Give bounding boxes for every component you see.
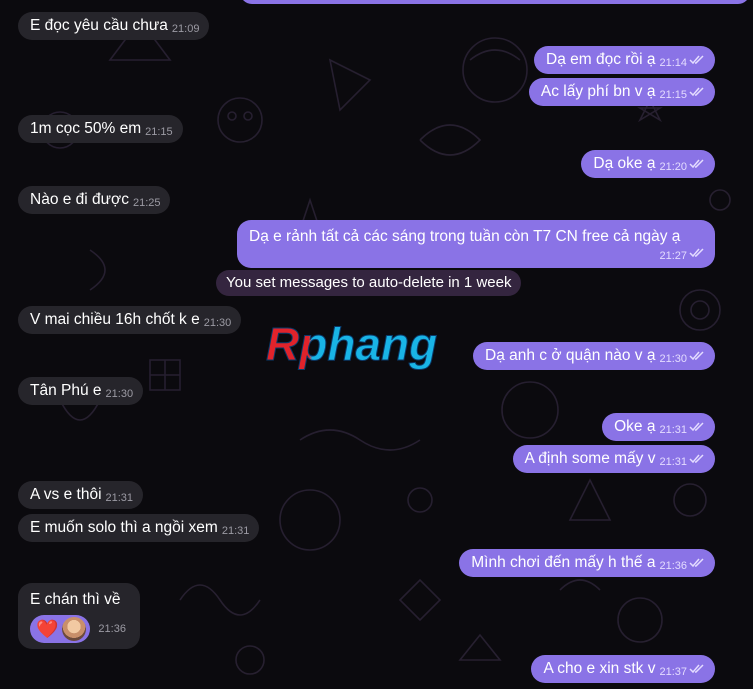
outgoing-message[interactable]: Mình chơi đến mấy h thế a 21:36 <box>459 549 715 577</box>
incoming-message[interactable]: V mai chiều 16h chốt k e 21:30 <box>18 306 242 334</box>
message-text: E chán thì về <box>30 591 121 608</box>
message-text: Tân Phú e <box>30 382 102 399</box>
message-time: 21:31 <box>105 492 134 504</box>
service-text: You set messages to auto-delete in 1 wee… <box>226 274 512 291</box>
read-ticks-icon <box>689 558 705 568</box>
outgoing-message[interactable]: A cho e xin stk v 21:37 <box>531 655 715 683</box>
message-time: 21:25 <box>132 197 161 209</box>
outgoing-message[interactable]: Dạ oke ạ 21:20 <box>581 150 715 178</box>
message-time: 21:20 <box>659 161 687 173</box>
read-ticks-icon <box>689 422 705 432</box>
incoming-message-with-reaction[interactable]: E chán thì về ❤️ 21:36 <box>18 583 140 649</box>
read-ticks-icon <box>689 248 705 258</box>
incoming-message[interactable]: 1m cọc 50% em 21:15 <box>18 115 183 143</box>
read-ticks-icon <box>689 55 705 65</box>
partial-outgoing-bubble <box>240 0 750 4</box>
read-ticks-icon <box>689 159 705 169</box>
incoming-message[interactable]: Nào e đi được 21:25 <box>18 186 171 214</box>
message-text: A định some mấy v <box>524 450 656 467</box>
message-text: Dạ em đọc rồi ạ <box>546 51 656 68</box>
outgoing-message[interactable]: Oke ạ 21:31 <box>602 413 715 441</box>
message-time: 21:36 <box>659 560 687 572</box>
message-text: E muốn solo thì a ngồi xem <box>30 519 218 536</box>
message-time: 21:15 <box>659 89 687 101</box>
message-text: A vs e thôi <box>30 486 102 503</box>
message-time: 21:09 <box>171 23 200 35</box>
message-time: 21:31 <box>221 525 250 537</box>
read-ticks-icon <box>689 351 705 361</box>
outgoing-message[interactable]: Dạ e rảnh tất cả các sáng trong tuần còn… <box>237 220 715 268</box>
read-ticks-icon <box>689 87 705 97</box>
message-text: A cho e xin stk v <box>543 660 656 677</box>
incoming-message[interactable]: A vs e thôi 21:31 <box>18 481 144 509</box>
service-message: You set messages to auto-delete in 1 wee… <box>216 270 522 296</box>
read-ticks-icon <box>689 454 705 464</box>
message-time: 21:15 <box>145 126 173 138</box>
message-time: 21:30 <box>659 353 687 365</box>
outgoing-message[interactable]: Dạ anh c ở quận nào v ạ 21:30 <box>473 342 715 370</box>
outgoing-message[interactable]: A định some mấy v 21:31 <box>512 445 715 473</box>
reaction-pill[interactable]: ❤️ <box>30 615 91 643</box>
message-text: Ac lấy phí bn v ạ <box>540 83 656 100</box>
incoming-message[interactable]: E muốn solo thì a ngồi xem 21:31 <box>18 514 260 542</box>
message-text: 1m cọc 50% em <box>30 120 142 137</box>
message-time: 21:30 <box>105 388 134 400</box>
rphang-watermark-logo: Rphang <box>266 318 438 371</box>
read-ticks-icon <box>689 664 705 674</box>
message-text: Nào e đi được <box>30 191 129 208</box>
message-time: 21:30 <box>203 317 232 329</box>
message-text: E đọc yêu cầu chưa <box>30 17 168 34</box>
message-time: 21:27 <box>659 250 687 262</box>
message-time: 21:36 <box>98 623 126 635</box>
message-text: Oke ạ <box>614 418 656 435</box>
message-text: Dạ e rảnh tất cả các sáng trong tuần còn… <box>249 228 681 245</box>
outgoing-message[interactable]: Ac lấy phí bn v ạ 21:15 <box>528 78 715 106</box>
message-text: Dạ anh c ở quận nào v ạ <box>485 347 656 364</box>
message-time: 21:37 <box>659 666 687 678</box>
incoming-message[interactable]: Tân Phú e 21:30 <box>18 377 144 405</box>
watermark-text: Rphang <box>266 318 437 370</box>
heart-reaction-icon: ❤️ <box>36 619 59 639</box>
message-text: Mình chơi đến mấy h thế a <box>471 554 656 571</box>
message-time: 21:14 <box>659 57 687 69</box>
message-text: Dạ oke ạ <box>593 155 656 172</box>
outgoing-message[interactable]: Dạ em đọc rồi ạ 21:14 <box>534 46 715 74</box>
message-time: 21:31 <box>659 456 687 468</box>
incoming-message[interactable]: E đọc yêu cầu chưa 21:09 <box>18 12 210 40</box>
message-time: 21:31 <box>659 424 687 436</box>
message-text: V mai chiều 16h chốt k e <box>30 311 200 328</box>
reactor-avatar <box>62 617 87 641</box>
